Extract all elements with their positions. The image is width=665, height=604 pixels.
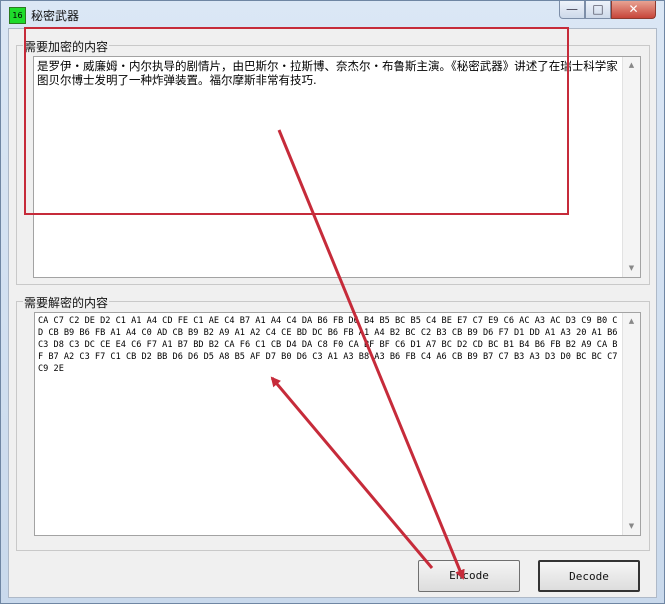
- title-bar[interactable]: 16 秘密武器 — □ ✕: [1, 1, 664, 27]
- scroll-down-icon[interactable]: ▼: [623, 518, 640, 535]
- encrypt-group: 需要加密的内容 是罗伊・威廉姆・内尔执导的剧情片，由巴斯尔・拉斯博、奈杰尔・布鲁…: [16, 38, 650, 285]
- encode-button[interactable]: Encode: [418, 560, 520, 592]
- app-window: 16 秘密武器 — □ ✕ 需要加密的内容 是罗伊・威廉姆・内尔执导的剧情片，由…: [0, 0, 665, 604]
- close-button[interactable]: ✕: [611, 1, 656, 19]
- window-title: 秘密武器: [31, 9, 80, 23]
- decode-button[interactable]: Decode: [538, 560, 640, 592]
- decrypt-textarea[interactable]: CA C7 C2 DE D2 C1 A1 A4 CD FE C1 AE C4 B…: [34, 312, 641, 536]
- scroll-down-icon[interactable]: ▼: [623, 260, 640, 277]
- scroll-up-icon[interactable]: ▲: [623, 313, 640, 330]
- maximize-icon: □: [592, 2, 604, 16]
- decrypt-group: 需要解密的内容 CA C7 C2 DE D2 C1 A1 A4 CD FE C1…: [16, 294, 650, 551]
- encrypt-scrollbar[interactable]: ▲ ▼: [622, 57, 640, 277]
- encrypt-group-label: 需要加密的内容: [23, 38, 110, 55]
- minimize-icon: —: [566, 2, 578, 16]
- app-icon: 16: [9, 7, 26, 24]
- decrypt-group-label: 需要解密的内容: [23, 294, 110, 311]
- close-icon: ✕: [628, 2, 639, 16]
- client-area: 需要加密的内容 是罗伊・威廉姆・内尔执导的剧情片，由巴斯尔・拉斯博、奈杰尔・布鲁…: [8, 28, 657, 598]
- minimize-button[interactable]: —: [559, 1, 585, 19]
- encrypt-textarea[interactable]: 是罗伊・威廉姆・内尔执导的剧情片，由巴斯尔・拉斯博、奈杰尔・布鲁斯主演。《秘密武…: [33, 56, 641, 278]
- maximize-button[interactable]: □: [585, 1, 611, 19]
- decrypt-scrollbar[interactable]: ▲ ▼: [622, 313, 640, 535]
- scroll-up-icon[interactable]: ▲: [623, 57, 640, 74]
- encrypt-text: 是罗伊・威廉姆・内尔执导的剧情片，由巴斯尔・拉斯博、奈杰尔・布鲁斯主演。《秘密武…: [37, 59, 618, 87]
- decrypt-text: CA C7 C2 DE D2 C1 A1 A4 CD FE C1 AE C4 B…: [38, 316, 623, 374]
